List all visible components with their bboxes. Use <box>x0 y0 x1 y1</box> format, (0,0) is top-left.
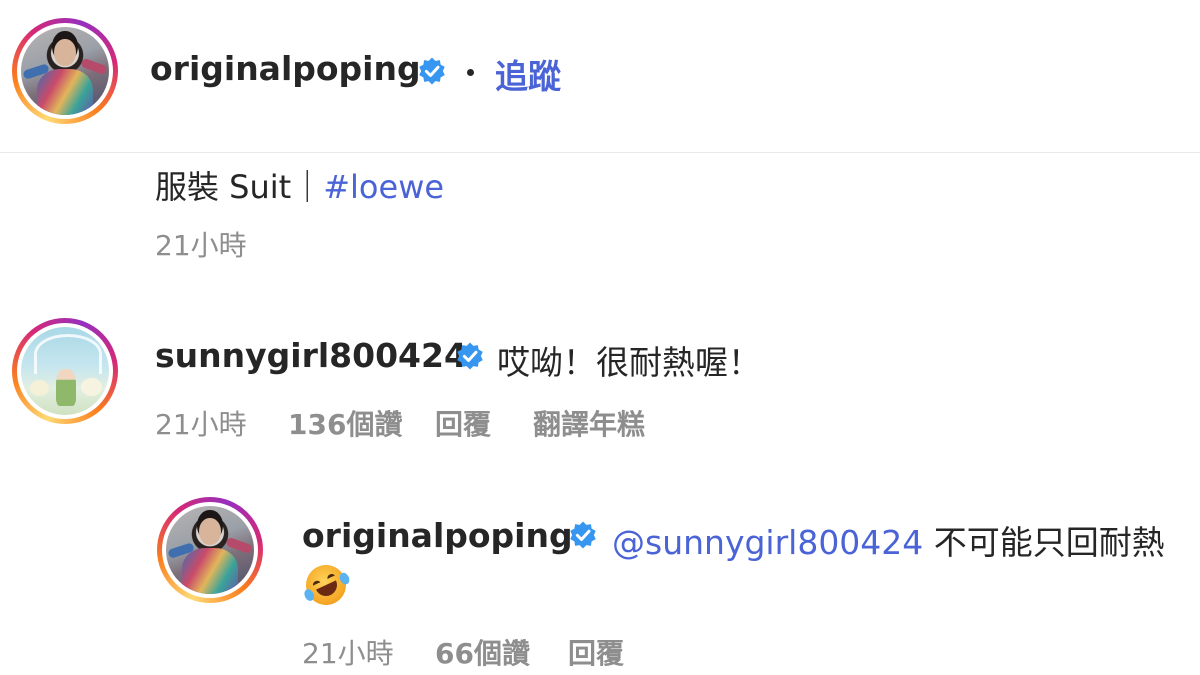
commenter-username[interactable]: sunnygirl800424 <box>155 336 467 375</box>
reply-author-avatar[interactable] <box>157 497 263 603</box>
author-avatar[interactable] <box>12 18 118 124</box>
comment-timestamp: 21小時 <box>155 408 247 441</box>
separator-dot <box>467 69 474 76</box>
reply-text: 不可能只回耐熱 <box>933 523 1165 562</box>
post-header: originalpoping 追蹤 <box>0 0 1200 153</box>
caption-timestamp: 21小時 <box>155 229 247 262</box>
follow-button[interactable]: 追蹤 <box>495 50 561 98</box>
hashtag-link[interactable]: #loewe <box>323 168 444 206</box>
rolling-laughing-emoji-icon <box>299 558 353 612</box>
reply-timestamp: 21小時 <box>302 637 394 670</box>
commenter-avatar[interactable] <box>12 318 118 424</box>
post-caption: 服裝 Suit｜#loewe <box>155 162 444 208</box>
author-username[interactable]: originalpoping <box>150 49 421 88</box>
verified-badge-icon <box>457 342 483 370</box>
reply-likes[interactable]: 66個讚 <box>435 632 530 672</box>
comment-likes[interactable]: 136個讚 <box>288 403 402 443</box>
reply-reply-button[interactable]: 回覆 <box>568 632 624 672</box>
caption-text: 服裝 Suit｜ <box>155 168 324 206</box>
reply-username[interactable]: originalpoping <box>302 516 573 555</box>
reply-button[interactable]: 回覆 <box>435 403 491 443</box>
reply-text-line: @sunnygirl800424 不可能只回耐熱 <box>612 516 1165 564</box>
mention-link[interactable]: @sunnygirl800424 <box>612 523 923 562</box>
comment-text: 哎呦！很耐熱喔！ <box>497 343 761 382</box>
translate-button[interactable]: 翻譯年糕 <box>533 403 645 443</box>
verified-badge-icon <box>570 521 596 549</box>
verified-badge-icon <box>419 57 445 85</box>
